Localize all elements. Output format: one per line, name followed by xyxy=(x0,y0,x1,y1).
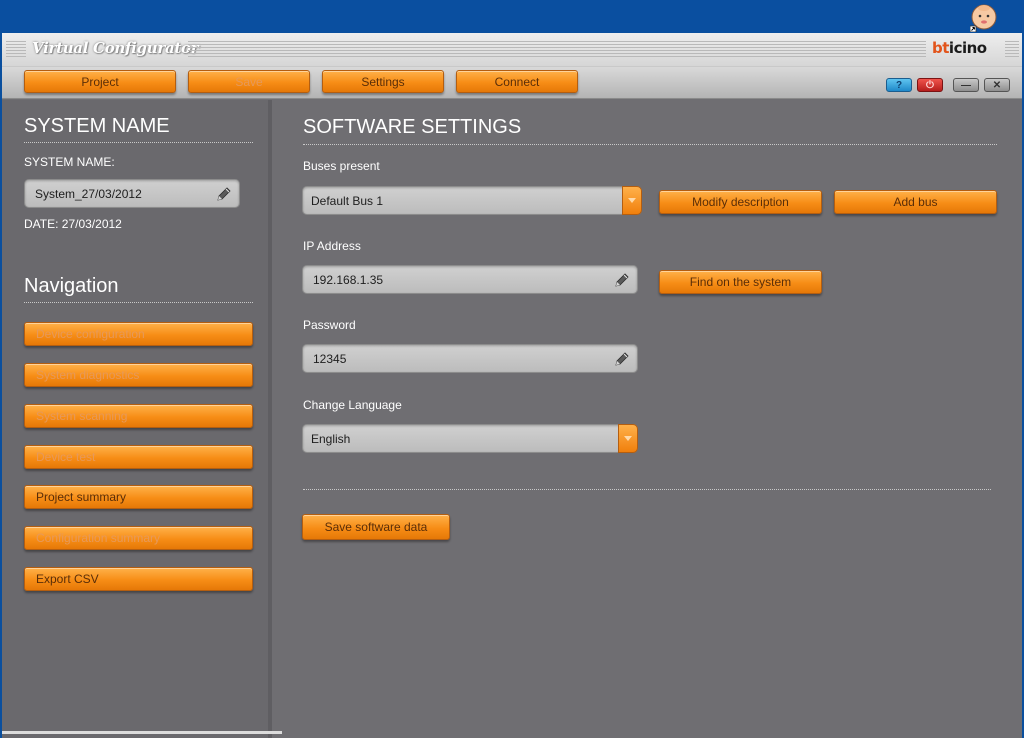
titlebar-stripes xyxy=(6,41,26,59)
password-value: 12345 xyxy=(313,351,347,366)
nav-device-configuration[interactable]: Device configuration xyxy=(24,322,253,346)
help-button[interactable]: ? xyxy=(886,78,912,92)
user-mascot-icon[interactable] xyxy=(970,4,998,32)
nav-device-test[interactable]: Device test xyxy=(24,445,253,469)
language-selected-value: English xyxy=(311,431,351,446)
app-window: Virtual Configurator bticino Project Sav… xyxy=(2,33,1022,738)
software-settings-heading: SOFTWARE SETTINGS xyxy=(303,116,522,138)
dropdown-arrow-icon[interactable] xyxy=(618,424,638,453)
ip-address-label: IP Address xyxy=(303,239,361,253)
system-name-heading: SYSTEM NAME xyxy=(24,115,170,137)
project-button[interactable]: Project xyxy=(24,70,176,93)
nav-project-summary[interactable]: Project summary xyxy=(24,485,253,509)
bus-select[interactable]: Default Bus 1 xyxy=(302,186,642,215)
ip-address-value: 192.168.1.35 xyxy=(313,272,384,287)
save-button[interactable]: Save xyxy=(188,70,310,93)
navigation-heading: Navigation xyxy=(24,275,119,297)
system-name-label: SYSTEM NAME: xyxy=(24,155,115,169)
power-button[interactable]: ⏻ xyxy=(917,78,943,92)
titlebar-stripes xyxy=(1005,41,1019,59)
password-label: Password xyxy=(303,318,356,332)
edit-pencil-icon[interactable] xyxy=(215,185,233,203)
language-select[interactable]: English xyxy=(302,424,638,453)
save-software-data-button[interactable]: Save software data xyxy=(302,514,450,540)
minimize-button[interactable]: — xyxy=(953,78,979,92)
titlebar-stripes xyxy=(188,41,926,59)
find-on-system-button[interactable]: Find on the system xyxy=(659,270,822,294)
brand-logo: bticino xyxy=(932,39,987,57)
sidebar-divider xyxy=(268,100,272,738)
app-title: Virtual Configurator xyxy=(32,39,199,57)
date-label: DATE: 27/03/2012 xyxy=(24,217,122,231)
toolbar: Project Save Settings Connect xyxy=(2,67,1022,99)
system-name-value: System_27/03/2012 xyxy=(35,186,142,201)
divider xyxy=(303,489,991,490)
nav-configuration-summary[interactable]: Configuration summary xyxy=(24,526,253,550)
connect-button[interactable]: Connect xyxy=(456,70,578,93)
system-name-field[interactable]: System_27/03/2012 xyxy=(24,179,240,208)
nav-system-scanning[interactable]: System scanning xyxy=(24,404,253,428)
bottom-scroll-strip xyxy=(2,731,282,734)
bus-selected-value: Default Bus 1 xyxy=(311,193,384,208)
edit-pencil-icon[interactable] xyxy=(613,350,631,368)
dropdown-arrow-icon[interactable] xyxy=(622,186,642,215)
nav-system-diagnostics[interactable]: System diagnostics xyxy=(24,363,253,387)
divider xyxy=(24,142,253,143)
close-button[interactable]: ✕ xyxy=(984,78,1010,92)
nav-export-csv[interactable]: Export CSV xyxy=(24,567,253,591)
edit-pencil-icon[interactable] xyxy=(613,271,631,289)
settings-button[interactable]: Settings xyxy=(322,70,444,93)
desktop-background xyxy=(0,0,1024,32)
title-bar[interactable]: Virtual Configurator bticino xyxy=(2,33,1022,67)
add-bus-button[interactable]: Add bus xyxy=(834,190,997,214)
password-field[interactable]: 12345 xyxy=(302,344,638,373)
buses-label: Buses present xyxy=(303,159,380,173)
modify-description-button[interactable]: Modify description xyxy=(659,190,822,214)
change-language-label: Change Language xyxy=(303,398,402,412)
divider xyxy=(303,144,997,145)
divider xyxy=(24,302,253,303)
ip-address-field[interactable]: 192.168.1.35 xyxy=(302,265,638,294)
